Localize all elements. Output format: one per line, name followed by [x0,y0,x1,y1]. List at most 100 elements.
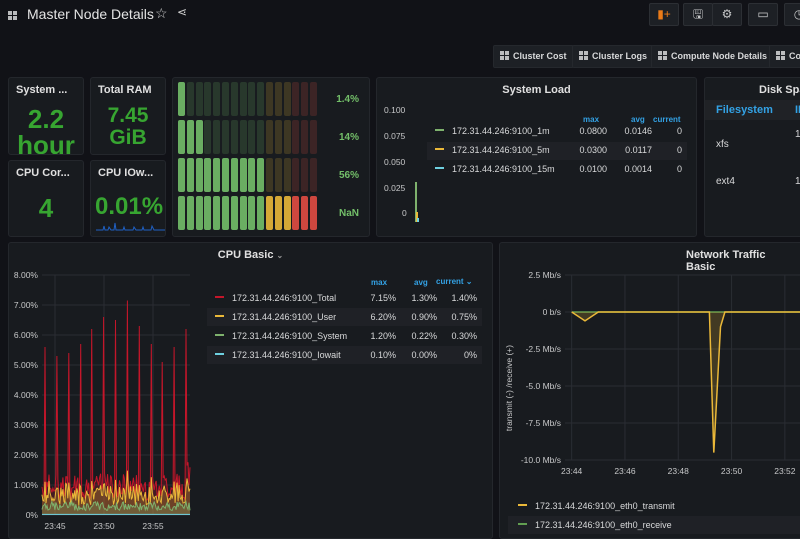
bar-gauge-cell [222,82,229,116]
legend-series-name[interactable]: 172.31.44.246:9100_Total [215,293,336,303]
y-tick-label: 5.00% [14,360,39,370]
series-color-swatch [435,148,444,150]
bar-gauge-value: NaN [338,208,359,219]
legend-series-name[interactable]: 172.31.44.246:9100_1m [435,126,550,136]
y-tick-label: 2.00% [14,450,39,460]
bar-gauge-cell [222,196,229,230]
cycle-view-button[interactable]: ▭ [748,3,778,26]
bar-gauge-cell [204,82,212,116]
bar-gauge-cell [178,82,185,116]
bar-gauge-cell [283,120,291,154]
legend-current: 0.75% [451,312,477,322]
legend-series-name[interactable]: 172.31.44.246:9100_15m [435,164,555,174]
x-tick-label: 23:48 [668,466,690,476]
legend-current: 0 [676,145,682,155]
bar-gauge-cell [283,82,291,116]
link-more[interactable]: Co [769,45,800,68]
system-load-panel[interactable]: System Load 0.100 0.075 0.050 0.025 0 ma… [376,77,697,237]
sort-current[interactable]: current ⌄ [436,277,473,286]
bar-gauge-cell [178,120,185,154]
link-compute-node-details[interactable]: Compute Node Details [651,45,775,68]
bar-gauge-cell [310,158,317,192]
legend-series-name[interactable]: 172.31.44.246:9100_eth0_transmit [518,501,675,511]
bar-gauge-cell [274,158,282,192]
bar-gauge-cell [239,120,247,154]
network-traffic-chart[interactable]: 2.5 Mb/s 0 b/s -2.5 Mb/s -5.0 Mb/s -7.5 Mb/s… [499,262,800,477]
share-icon[interactable]: ⋖ [177,5,187,19]
legend-series-name[interactable]: 172.31.44.246:9100_eth0_receive [518,520,672,530]
time-picker-button[interactable]: ◷ [784,3,800,26]
bar-gauge-cell [230,82,238,116]
stat-cpu-iowait[interactable]: CPU IOw... 0.01% [90,160,166,237]
bar-gauge-cell [230,158,238,192]
bar-gauge-cell [204,196,212,230]
x-tick-label: 23:46 [614,466,636,476]
bar-gauge-panel[interactable]: 1.4% 14% 56% NaN [172,77,370,237]
dashboard-icon [8,8,23,26]
save-button[interactable]: 🖫 [683,3,713,26]
bar-gauge-cell [230,120,238,154]
bar-gauge-cell [213,158,221,192]
chevron-down-icon: ⌄ [276,251,284,260]
series-color-swatch [215,296,224,298]
bar-gauge-cell [257,158,265,192]
link-cluster-logs[interactable]: Cluster Logs [572,45,655,68]
bar-gauge-cell [310,120,317,154]
bar-gauge-cell [310,196,317,230]
legend-series-name[interactable]: 172.31.44.246:9100_5m [435,145,550,155]
bar-gauge-cell [310,82,317,116]
cpu-basic-chart[interactable]: 8.00% 7.00% 6.00% 5.00% 4.00% 3.00% 2.00% 1.00%… [0,262,200,532]
y-tick-label: 0% [26,510,39,520]
x-tick-label: 23:50 [721,466,743,476]
link-cluster-cost[interactable]: Cluster Cost [493,45,574,68]
bar-gauge-cell [266,196,273,230]
bar-gauge-cell [292,158,300,192]
settings-button[interactable]: ⚙ [712,3,742,26]
bar-gauge-cell [222,158,229,192]
stat-uptime[interactable]: System ... 2.2 hour [8,77,84,155]
bar-gauge-cell [266,82,273,116]
stat-total-ram[interactable]: Total RAM 7.45 GiB [90,77,166,155]
bar-gauge-cell [186,196,194,230]
legend-current: 0.30% [451,331,477,341]
x-tick-label: 23:45 [44,521,66,531]
stat-cpu-cores[interactable]: CPU Cor... 4 [8,160,84,237]
add-panel-button[interactable]: ▮+ [649,3,679,26]
bar-gauge-cell [239,82,247,116]
disk-space-panel[interactable]: Disk Spa Filesystem IF xfs 1 ext4 1 [704,77,800,237]
bar-gauge-cell [292,120,300,154]
bar-gauge-cell [301,158,309,192]
bar-gauge-cell [195,82,203,116]
bar-gauge-value: 1.4% [336,94,359,105]
y-tick-label: 2.5 Mb/s [528,270,561,280]
bar-gauge-cell [204,158,212,192]
bar-gauge-cell [248,196,256,230]
legend-series-name[interactable]: 172.31.44.246:9100_System [215,331,347,341]
bar-gauge-cell [178,196,185,230]
legend-current: 1.40% [451,293,477,303]
y-tick-label: -2.5 Mb/s [526,344,561,354]
y-tick-label: -7.5 Mb/s [526,418,561,428]
y-tick-label: 3.00% [14,420,39,430]
bar-gauge-cell [301,120,309,154]
bar-gauge-cell [292,196,300,230]
bar-gauge-cell [239,158,247,192]
legend-series-name[interactable]: 172.31.44.246:9100_Iowait [215,350,341,360]
bar-gauge-cell [274,82,282,116]
x-tick-label: 23:55 [142,521,164,531]
star-icon[interactable]: ☆ [155,5,168,22]
series-color-swatch [215,334,224,336]
y-tick-label: -5.0 Mb/s [526,381,561,391]
bar-gauge-cell [222,120,229,154]
bar-gauge-cell [266,158,273,192]
bar-gauge-cell [195,196,203,230]
page-title[interactable]: Master Node Details [27,6,154,22]
legend-current: 0 [676,126,682,136]
x-tick-label: 23:52 [774,466,796,476]
y-tick-label: 6.00% [14,330,39,340]
x-tick-label: 23:44 [561,466,583,476]
legend-series-name[interactable]: 172.31.44.246:9100_User [215,312,336,322]
bar-gauge-value: 14% [338,132,359,143]
bar-gauge-value: 56% [338,170,359,181]
bar-gauge-cell [195,120,203,154]
